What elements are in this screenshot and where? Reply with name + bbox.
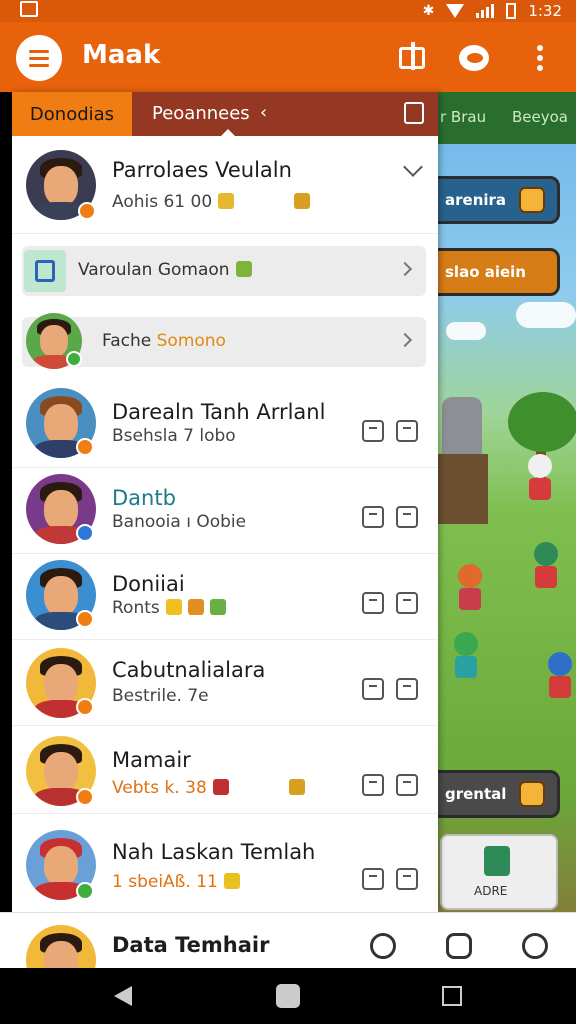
status-dot <box>76 438 94 456</box>
profile-name: Parrolaes Veulaln <box>112 158 292 182</box>
menu-button[interactable] <box>16 35 62 81</box>
status-dot <box>76 882 94 900</box>
back-icon[interactable] <box>114 986 132 1006</box>
game-tab-1[interactable]: r Brau <box>440 108 486 126</box>
lock-icon[interactable] <box>362 774 384 796</box>
game-tabs: r Brau Beeyoa <box>436 92 576 144</box>
chevron-down-icon[interactable] <box>403 157 423 177</box>
lock-icon[interactable] <box>362 506 384 528</box>
profile-subtitle: Aohis 61 00 <box>112 192 311 212</box>
list-item[interactable]: Nah Laskan Temlah 1 sbeiAß. 11 <box>12 822 438 908</box>
list-item[interactable]: Doniiai Ronts <box>12 554 438 640</box>
search-icon[interactable] <box>522 933 548 959</box>
row-fache[interactable]: Fache Somono <box>22 313 426 369</box>
status-dot <box>76 610 94 628</box>
contact-name: Doniiai <box>112 572 185 596</box>
contact-name: Nah Laskan Temlah <box>112 840 316 864</box>
tab-peoannees[interactable]: Peoannees ‹ <box>132 92 438 137</box>
contact-name: Darealn Tanh Arrlanl <box>112 400 326 424</box>
status-dot <box>78 202 96 220</box>
chat-icon[interactable] <box>396 774 418 796</box>
badge-icon <box>519 781 545 807</box>
lock-icon[interactable] <box>362 420 384 442</box>
list-item[interactable]: Cabutnalialara Bestrile. 7e <box>12 640 438 726</box>
lock-icon[interactable] <box>362 678 384 700</box>
game-card-label: ADRE <box>474 884 508 898</box>
drawer-tabs: Donodias Peoannees ‹ <box>12 92 438 137</box>
lock-icon[interactable] <box>362 868 384 890</box>
chat-icon[interactable] <box>396 592 418 614</box>
contact-name: Dantb <box>112 486 176 510</box>
status-dot <box>76 698 94 716</box>
more-options-icon[interactable] <box>524 42 556 74</box>
contact-subtitle: Ronts <box>112 598 226 618</box>
bottom-contact-name: Data Temhair <box>112 933 270 957</box>
battery-icon <box>506 3 517 19</box>
contact-subtitle: 1 sbeiAß. 11 <box>112 872 240 892</box>
list-item[interactable]: Darealn Tanh Arrlanl Bsehsla 7 lobo <box>12 382 438 468</box>
chat-icon[interactable] <box>458 42 490 74</box>
row-label: Varoulan Gomaon <box>78 260 252 280</box>
status-time: 1:32 <box>528 2 562 20</box>
gift-icon[interactable] <box>396 42 428 74</box>
home-icon[interactable] <box>276 984 300 1008</box>
game-button-3[interactable]: grental <box>428 770 560 818</box>
system-nav-bar <box>0 968 576 1024</box>
game-card-icon <box>484 846 510 876</box>
notification-icon <box>20 1 38 17</box>
bluetooth-icon: ✱ <box>422 3 435 19</box>
contact-name: Cabutnalialara <box>112 658 266 682</box>
message-icon[interactable] <box>446 933 472 959</box>
game-card[interactable]: ADRE <box>440 834 558 910</box>
row-varoulan[interactable]: Varoulan Gomaon <box>22 246 426 296</box>
game-button-1[interactable]: arenira <box>428 176 560 224</box>
contact-subtitle: Bsehsla 7 lobo <box>112 426 236 446</box>
row-label: Fache Somono <box>102 331 226 351</box>
chat-icon[interactable] <box>396 420 418 442</box>
chevron-right-icon <box>397 261 413 277</box>
chevron-right-icon <box>397 332 413 348</box>
wifi-icon <box>446 4 465 18</box>
list-item[interactable]: Mamair Vebts k. 38 <box>12 728 438 814</box>
status-dot <box>76 788 94 806</box>
chat-icon[interactable] <box>396 868 418 890</box>
clipboard-icon[interactable] <box>404 102 424 124</box>
block-icon[interactable] <box>370 933 396 959</box>
game-tab-2[interactable]: Beeyoa <box>512 108 568 126</box>
status-bar: ✱ 1:32 <box>0 0 576 22</box>
user-card-icon <box>24 250 66 292</box>
chevron-left-icon: ‹ <box>260 102 268 123</box>
app-title: Maak <box>82 40 161 70</box>
contact-subtitle: Vebts k. 38 <box>112 778 305 798</box>
app-bar: Maak <box>0 22 576 92</box>
chat-icon[interactable] <box>396 506 418 528</box>
contact-subtitle: Bestrile. 7e <box>112 686 209 706</box>
bottom-contact-bar[interactable]: Data Temhair <box>0 912 576 995</box>
badge-icon <box>519 187 545 213</box>
contact-name: Mamair <box>112 748 191 772</box>
chat-icon[interactable] <box>396 678 418 700</box>
lock-icon[interactable] <box>362 592 384 614</box>
status-dot <box>76 524 94 542</box>
signal-icon <box>476 4 495 18</box>
contact-subtitle: Banooia ı Oobie <box>112 512 247 532</box>
profile-header[interactable]: Parrolaes Veulaln Aohis 61 00 <box>12 142 438 234</box>
list-item[interactable]: Dantb Banooia ı Oobie <box>12 468 438 554</box>
status-dot <box>66 351 82 367</box>
tab-donodias[interactable]: Donodias <box>12 92 132 136</box>
recents-icon[interactable] <box>442 986 462 1006</box>
side-drawer: Donodias Peoannees ‹ Parrolaes Veulaln A… <box>12 92 438 912</box>
game-button-2[interactable]: slao aiein <box>428 248 560 296</box>
